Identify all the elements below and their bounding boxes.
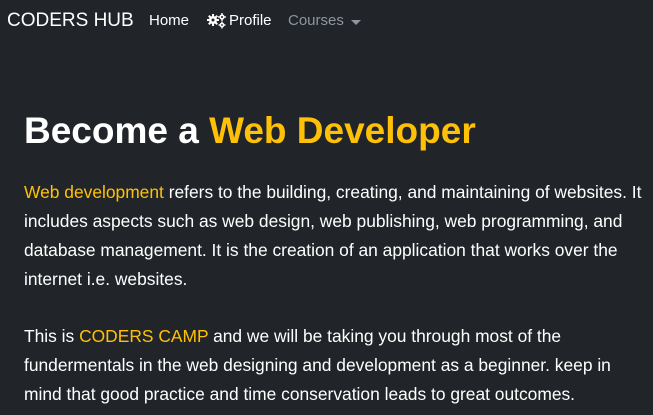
camp-paragraph: This is CODERS CAMP and we will be takin… [24,322,649,409]
nav-courses-label: Courses [288,12,344,29]
nav-home-label: Home [149,12,190,29]
navbar: CODERS HUB Home Profile Courses [0,0,653,42]
title-prefix: Become a [24,110,210,151]
nav-profile-label: Profile [229,12,272,29]
title-highlight: Web Developer [209,110,476,151]
nav-dropdown-courses[interactable]: Courses [288,11,361,31]
page-title: Become a Web Developer [24,108,476,154]
nav-link-profile[interactable]: Profile [207,11,272,31]
gears-icon [207,13,228,29]
intro-paragraph: Web development refers to the building, … [24,178,649,294]
caret-down-icon [350,19,361,25]
camp-paragraph-prefix: This is [24,326,80,346]
brand-logo-text[interactable]: CODERS HUB [7,9,134,33]
coders-camp-highlight: CODERS CAMP [79,326,209,346]
nav-link-home[interactable]: Home [149,11,189,31]
web-development-highlight: Web development [24,182,164,202]
